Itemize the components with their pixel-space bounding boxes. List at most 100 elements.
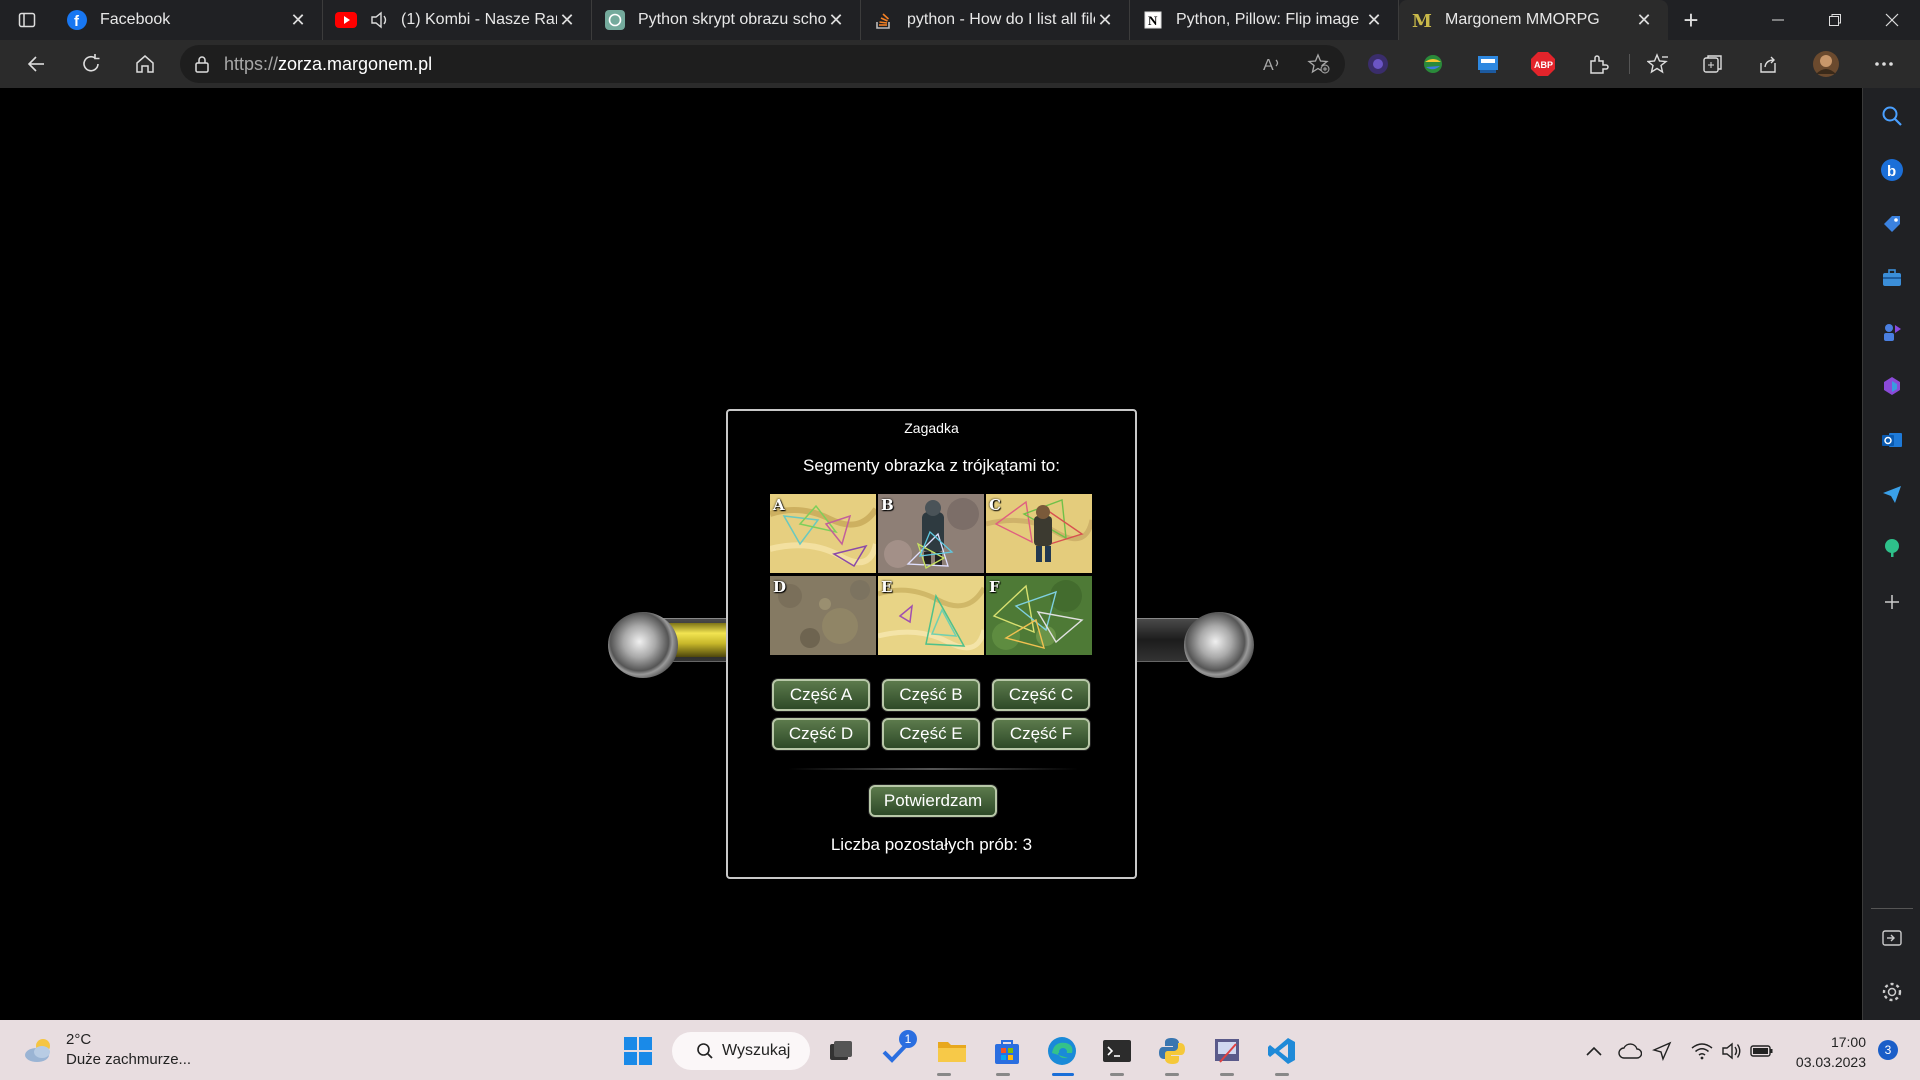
tab-title: Python, Pillow: Flip image | n [1176, 11, 1364, 28]
notification-count-badge[interactable]: 3 [1878, 1040, 1898, 1060]
windows-start-icon[interactable] [621, 1034, 655, 1068]
location-arrow-icon[interactable] [1648, 1034, 1676, 1068]
tab-stackoverflow[interactable]: python - How do I list all file ✕ [861, 0, 1130, 40]
home-icon [135, 55, 154, 73]
segment-a-image [770, 494, 876, 573]
part-f-button[interactable]: Część F [992, 718, 1090, 750]
confirm-button[interactable]: Potwierdzam [869, 785, 997, 817]
close-window-button[interactable] [1863, 0, 1920, 40]
send-icon[interactable] [1878, 480, 1906, 508]
close-icon[interactable]: ✕ [1095, 10, 1115, 30]
shopping-tag-icon[interactable] [1878, 210, 1906, 238]
add-favorite-icon[interactable] [1307, 53, 1331, 80]
chevron-up-icon[interactable] [1582, 1034, 1606, 1068]
microsoft-365-icon[interactable] [1878, 372, 1906, 400]
url-text[interactable]: https://zorza.margonem.pl [224, 54, 1345, 75]
url-scheme: https:// [224, 53, 279, 74]
dialog-separator [788, 768, 1078, 770]
image-editor-icon[interactable] [1210, 1034, 1244, 1068]
battery-charging-icon[interactable] [1748, 1034, 1776, 1068]
part-a-button[interactable]: Część A [772, 679, 870, 711]
weather-widget[interactable]: 2°C Duże zachmurze... [22, 1030, 191, 1070]
address-bar[interactable]: https://zorza.margonem.pl A [180, 45, 1345, 83]
speaker-icon[interactable] [369, 9, 391, 31]
extension-window-icon[interactable] [1472, 48, 1504, 80]
minimize-button[interactable] [1749, 0, 1806, 40]
remaining-tries: Liczba pozostałych prób: 3 [830, 835, 1033, 854]
tab-notion[interactable]: N Python, Pillow: Flip image | n ✕ [1130, 0, 1399, 40]
running-indicator [996, 1073, 1010, 1076]
part-e-button[interactable]: Część E [882, 718, 980, 750]
terminal-icon[interactable] [1100, 1034, 1134, 1068]
running-indicator [1110, 1073, 1124, 1076]
favorites-icon[interactable] [1642, 48, 1674, 80]
file-explorer-icon[interactable] [935, 1034, 969, 1068]
settings-gear-icon[interactable] [1878, 978, 1906, 1006]
edge-browser-icon[interactable] [1045, 1034, 1079, 1068]
segment-letter: D [773, 578, 787, 596]
outlook-icon[interactable] [1878, 426, 1906, 454]
todo-badge: 1 [899, 1030, 917, 1048]
games-icon[interactable] [1878, 318, 1906, 346]
back-button[interactable] [8, 40, 63, 88]
part-b-button[interactable]: Część B [882, 679, 980, 711]
close-icon[interactable]: ✕ [1634, 10, 1654, 30]
reload-button[interactable] [63, 40, 118, 88]
vscode-icon[interactable] [1265, 1034, 1299, 1068]
more-menu-icon[interactable] [1868, 48, 1900, 80]
stackoverflow-icon [873, 9, 895, 31]
lock-icon[interactable] [180, 55, 224, 73]
extension-globe-icon[interactable] [1417, 48, 1449, 80]
running-indicator [937, 1073, 951, 1076]
back-arrow-icon [27, 56, 44, 72]
scroll-ornament-right [1184, 612, 1254, 678]
share-icon[interactable] [1752, 48, 1784, 80]
home-button[interactable] [117, 40, 172, 88]
add-icon[interactable] [1878, 588, 1906, 616]
search-icon[interactable] [1878, 102, 1906, 130]
active-indicator [1052, 1073, 1074, 1076]
microsoft-store-icon[interactable] [990, 1034, 1024, 1068]
tree-icon[interactable] [1878, 534, 1906, 562]
close-icon[interactable]: ✕ [1364, 10, 1384, 30]
wifi-icon[interactable] [1688, 1034, 1716, 1068]
minimize-icon [1771, 19, 1784, 21]
adblock-plus-icon[interactable]: ABP [1527, 48, 1559, 80]
todo-icon[interactable]: 1 [880, 1030, 917, 1068]
tools-briefcase-icon[interactable] [1878, 264, 1906, 292]
profile-avatar[interactable] [1810, 48, 1842, 80]
tab-margonem[interactable]: M Margonem MMORPG ✕ [1399, 0, 1668, 40]
game-viewport[interactable]: Zagadka Segmenty obrazka z trójkątami to… [0, 88, 1862, 1020]
segment-c: C [986, 494, 1092, 573]
scroll-ornament-left [608, 612, 678, 678]
extensions-puzzle-icon[interactable] [1582, 48, 1614, 80]
collections-icon[interactable] [1697, 48, 1729, 80]
volume-icon[interactable] [1718, 1034, 1746, 1068]
tab-chatgpt[interactable]: Python skrypt obrazu schow ✕ [592, 0, 861, 40]
bing-chat-icon[interactable]: b [1878, 156, 1906, 184]
svg-text:b: b [1887, 163, 1896, 180]
close-icon[interactable]: ✕ [557, 10, 577, 30]
close-icon[interactable]: ✕ [826, 10, 846, 30]
python-icon[interactable] [1155, 1034, 1189, 1068]
tab-actions-button[interactable] [0, 0, 54, 40]
new-tab-button[interactable]: + [1668, 0, 1714, 40]
onedrive-cloud-icon[interactable] [1616, 1034, 1644, 1068]
clock-time: 17:00 [1830, 1034, 1866, 1050]
dialog-question: Segmenty obrazka z trójkątami to: [802, 456, 1060, 475]
segment-letter: C [989, 496, 1001, 514]
task-view-icon[interactable] [824, 1034, 858, 1068]
hide-sidebar-icon[interactable] [1878, 924, 1906, 952]
taskbar-search[interactable]: Wyszukaj [672, 1032, 810, 1070]
read-aloud-icon[interactable]: A [1263, 54, 1285, 79]
tab-youtube[interactable]: (1) Kombi - Nasze Rand ✕ [323, 0, 592, 40]
tab-title: Margonem MMORPG [1445, 11, 1600, 28]
part-d-button[interactable]: Część D [772, 718, 870, 750]
restore-button[interactable] [1806, 0, 1863, 40]
part-c-button[interactable]: Część C [992, 679, 1090, 711]
tab-bar: f Facebook ✕ (1) Kombi - Nasze Rand ✕ Py… [0, 0, 1920, 40]
system-clock[interactable]: 17:00 03.03.2023 [1790, 1032, 1866, 1072]
extension-purple-icon[interactable] [1362, 48, 1394, 80]
tab-facebook[interactable]: f Facebook ✕ [54, 0, 323, 40]
close-icon[interactable]: ✕ [288, 10, 308, 30]
